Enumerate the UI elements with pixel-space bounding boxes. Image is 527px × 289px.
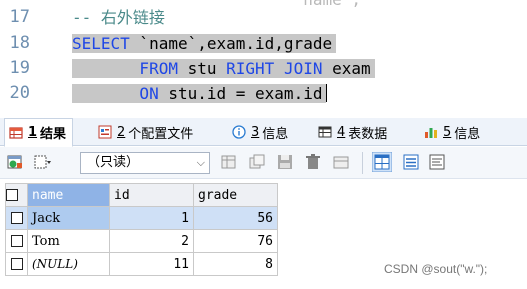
tab-label: 信息 — [454, 126, 481, 142]
cell-grade[interactable]: 8 — [193, 252, 278, 276]
tab-number: 3 — [251, 124, 260, 140]
result-grid: name id grade Jack 1 56 Tom 2 76 (NULL) … — [5, 183, 278, 276]
table-data-icon — [318, 126, 332, 138]
cell-name[interactable]: Jack — [27, 206, 110, 230]
line-number: 20 — [9, 83, 30, 103]
code-line: FROM stu RIGHT JOIN exam — [72, 56, 375, 81]
delete-row-icon[interactable] — [304, 153, 322, 171]
line-number: 17 — [9, 7, 30, 27]
result-grid-icon — [9, 126, 23, 139]
row-checkbox-cell[interactable] — [5, 229, 28, 253]
cell-grade[interactable]: 56 — [193, 206, 278, 230]
sql-keyword: RIGHT JOIN — [226, 59, 323, 78]
grid-mode-icon[interactable] — [372, 152, 392, 172]
chevron-down-icon: ⌵ — [196, 156, 205, 169]
cell-id[interactable]: 1 — [109, 206, 194, 230]
save-icon[interactable] — [276, 153, 294, 171]
export-grid-icon[interactable] — [6, 153, 24, 171]
duplicate-row-icon[interactable] — [248, 153, 266, 171]
result-toolbar: （只读） ⌵ — [0, 147, 527, 179]
toolbar-divider — [362, 152, 363, 174]
info-chart-icon — [425, 128, 437, 138]
tab-label: 表数据 — [348, 126, 388, 142]
sql-keyword: FROM — [72, 59, 178, 78]
profile-icon — [98, 125, 112, 139]
tab-info[interactable]: 3 信息 — [232, 118, 288, 146]
sql-keyword: SELECT — [72, 34, 130, 53]
line-number: 18 — [9, 33, 30, 53]
text-mode-icon[interactable] — [428, 153, 446, 171]
checkbox[interactable] — [10, 212, 23, 224]
sql-text: stu.id = exam.id — [158, 84, 323, 103]
cell-name[interactable]: Tom — [27, 229, 110, 253]
tab-label: 个配置文件 — [128, 126, 194, 142]
table-row[interactable]: Jack 1 56 — [5, 206, 278, 230]
column-header-id[interactable]: id — [109, 183, 194, 207]
column-header-name[interactable]: name — [27, 183, 110, 207]
text-caret — [326, 84, 328, 102]
cell-id[interactable]: 11 — [109, 252, 194, 276]
table-row[interactable]: Tom 2 76 — [5, 229, 278, 253]
checkbox[interactable] — [6, 189, 18, 201]
tab-label: 结果 — [40, 127, 67, 142]
checkbox[interactable] — [10, 235, 23, 247]
checkbox[interactable] — [10, 258, 23, 270]
cell-id[interactable]: 2 — [109, 229, 194, 253]
watermark: CSDN @sout("w."); — [384, 262, 488, 276]
sql-text: stu — [177, 59, 227, 78]
sql-keyword: ON — [72, 84, 159, 103]
tab-label: 信息 — [262, 126, 289, 142]
row-checkbox-cell[interactable] — [5, 252, 28, 276]
tab-info-2[interactable]: 5 信息 — [424, 118, 480, 146]
cell-grade[interactable]: 76 — [193, 229, 278, 253]
form-mode-icon[interactable] — [402, 153, 420, 171]
tab-table-data[interactable]: 4 表数据 — [318, 118, 387, 146]
grid-view-dropdown-icon[interactable] — [34, 153, 52, 171]
tab-number: 2 — [117, 124, 126, 140]
select-all-checkbox[interactable] — [5, 183, 28, 207]
reload-icon[interactable] — [332, 153, 350, 171]
code-line: SELECT `name`,exam.id,grade — [72, 31, 337, 56]
tab-number: 5 — [443, 124, 452, 140]
code-line: ON stu.id = exam.id — [72, 81, 328, 106]
sql-text: exam — [322, 59, 371, 78]
sql-text: `name`,exam.id,grade — [129, 34, 333, 53]
result-tabs: 1 结果 2 个配置文件 3 信息 4 表数据 5 信息 — [0, 118, 527, 147]
grid-header-row: name id grade — [5, 183, 278, 207]
tab-number: 1 — [28, 125, 38, 140]
readonly-select[interactable]: （只读） ⌵ — [80, 152, 210, 174]
line-number: 19 — [9, 58, 30, 78]
insert-row-icon[interactable] — [220, 153, 238, 171]
readonly-label: （只读） — [87, 155, 140, 170]
tab-results[interactable]: 1 结果 — [4, 118, 74, 147]
info-icon — [232, 125, 246, 139]
sql-editor[interactable]: `name`, 17 -- 右外链接 18 SELECT `name`,exam… — [0, 0, 527, 110]
code-comment: -- 右外链接 — [72, 8, 165, 27]
cell-name-null[interactable]: (NULL) — [27, 252, 110, 276]
table-row[interactable]: (NULL) 11 8 — [5, 252, 278, 276]
tab-profiles[interactable]: 2 个配置文件 — [98, 118, 193, 146]
column-header-grade[interactable]: grade — [193, 183, 278, 207]
row-checkbox-cell[interactable] — [5, 206, 28, 230]
tab-number: 4 — [337, 124, 346, 140]
